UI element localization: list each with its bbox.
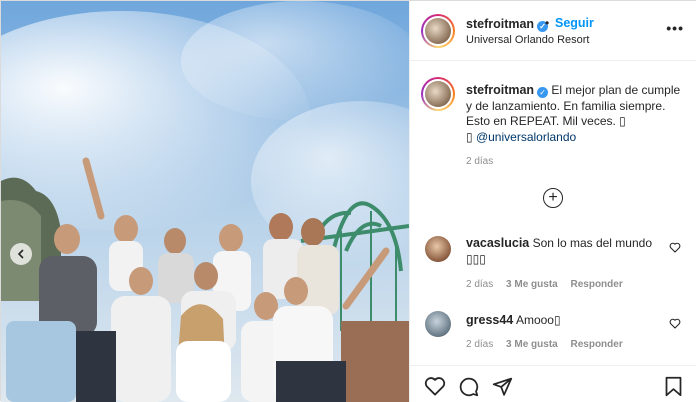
author-avatar[interactable]	[421, 14, 455, 48]
comment-text: gress44 Amooo▯	[466, 312, 656, 328]
separator-dot: •	[545, 16, 550, 30]
commenter-avatar[interactable]	[425, 236, 451, 262]
caption-emoji: ▯	[619, 114, 626, 128]
comment-timestamp[interactable]: 2 días	[466, 279, 493, 290]
comment-body: Son lo mas del mundo	[532, 236, 652, 250]
comment-icon[interactable]	[458, 376, 479, 397]
comment-likes[interactable]: 3 Me gusta	[506, 339, 558, 350]
comment-meta: 2 días 3 Me gusta Responder	[466, 279, 633, 290]
commenter-username[interactable]: vacaslucia	[466, 236, 529, 250]
comment-body: Amooo▯	[515, 313, 561, 327]
heart-icon[interactable]	[424, 376, 446, 396]
comment-timestamp[interactable]: 2 días	[466, 339, 493, 350]
reply-button[interactable]: Responder	[571, 279, 623, 290]
carousel-prev-button[interactable]	[10, 243, 32, 265]
follow-button[interactable]: Seguir	[555, 16, 594, 30]
post-action-bar	[410, 365, 696, 402]
group-photo-illustration	[1, 1, 409, 402]
caption-text: stefroitman ✓ El mejor plan de cumple y d…	[466, 83, 686, 145]
caption-emoji: ▯	[466, 129, 473, 144]
comment-likes[interactable]: 3 Me gusta	[506, 279, 558, 290]
post-side-panel: stefroitman ✓ • Seguir Universal Orlando …	[409, 1, 696, 402]
commenter-avatar[interactable]	[425, 311, 451, 337]
plus-icon: +	[548, 189, 558, 206]
reply-button[interactable]: Responder	[571, 339, 623, 350]
share-icon[interactable]	[492, 376, 513, 397]
instagram-post: stefroitman ✓ • Seguir Universal Orlando …	[0, 0, 696, 402]
verified-badge-icon: ✓	[537, 87, 549, 98]
commenter-username[interactable]: gress44	[466, 313, 513, 327]
bookmark-icon[interactable]	[664, 376, 683, 397]
comment-text: vacaslucia Son lo mas del mundo ▯▯▯	[466, 235, 656, 267]
heart-icon[interactable]	[669, 242, 681, 253]
post-header: stefroitman ✓ • Seguir Universal Orlando …	[410, 1, 696, 61]
caption-avatar[interactable]	[421, 77, 455, 111]
load-more-comments-button[interactable]: +	[543, 188, 563, 208]
post-photo[interactable]	[1, 1, 409, 402]
caption-username[interactable]: stefroitman	[466, 83, 534, 97]
author-username[interactable]: stefroitman ✓	[466, 17, 549, 32]
more-options-icon[interactable]: •••	[666, 21, 684, 35]
heart-icon[interactable]	[669, 318, 681, 329]
mention-link[interactable]: @universalorlando	[476, 130, 576, 144]
comment-meta: 2 días 3 Me gusta Responder	[466, 339, 633, 350]
caption-timestamp[interactable]: 2 días	[466, 156, 493, 167]
comment-emoji: ▯▯▯	[466, 252, 486, 266]
location-link[interactable]: Universal Orlando Resort	[466, 34, 590, 46]
chevron-left-icon	[17, 249, 24, 259]
